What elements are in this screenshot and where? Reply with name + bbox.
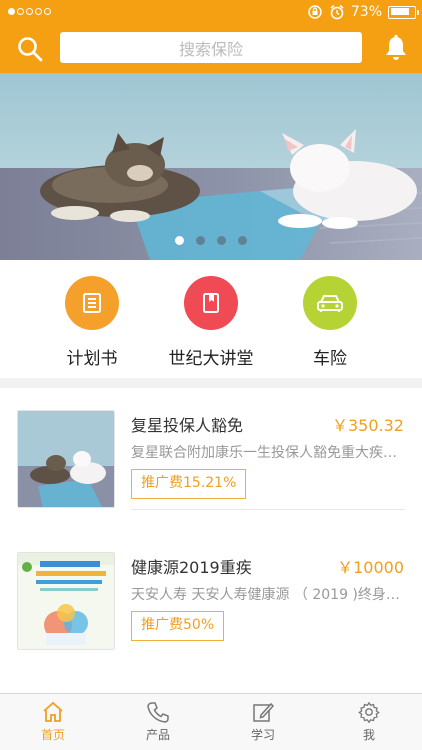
gear-icon [358,701,380,723]
home-icon [43,701,63,722]
commission-badge: 推广费50% [131,611,225,641]
search-placeholder: 搜索保险 [178,39,243,59]
product-description: 复星联合附加康乐一生投保人豁免重大疾病... [131,445,406,461]
edit-icon [253,702,275,722]
quick-nav: 计划书 世纪大讲堂 车险 [0,260,422,378]
tab-learning[interactable]: 学习 [223,701,303,743]
promo-banner[interactable] [0,73,422,260]
quick-nav-lecture[interactable]: 世纪大讲堂 [151,276,271,369]
product-thumbnail [17,410,115,508]
pager-dot[interactable] [196,236,205,245]
tab-label: 产品 [145,728,170,742]
quick-nav-car[interactable]: 车险 [270,276,390,369]
tab-home[interactable]: 首页 [13,701,93,743]
status-bar: 73% [0,0,422,24]
product-card[interactable]: 健康源2019重疾 ￥10000 天安人寿 天安人寿健康源 （ 2019 )终身… [0,530,422,660]
alarm-icon [330,4,344,20]
commission-badge: 推广费15.21% [131,469,247,499]
document-list-icon [65,276,119,330]
product-list: 复星投保人豁免 ￥350.32 复星联合附加康乐一生投保人豁免重大疾病... 推… [0,388,422,693]
product-price: ￥350.32 [332,416,404,435]
tab-label: 我 [362,728,375,742]
pager-dot[interactable] [238,236,247,245]
cats-banner-image [0,73,422,260]
quick-nav-label: 车险 [313,349,347,369]
search-icon[interactable] [16,35,44,63]
product-description: 天安人寿 天安人寿健康源 （ 2019 )终身重... [131,587,406,603]
battery-icon [388,5,419,19]
car-icon [303,276,357,330]
bottom-tab-bar: 首页 产品 学习 我 [0,693,422,750]
quick-nav-label: 世纪大讲堂 [168,349,254,369]
bell-icon[interactable] [383,34,409,62]
book-icon [184,276,238,330]
quick-nav-plan[interactable]: 计划书 [32,276,152,369]
quick-nav-label: 计划书 [66,349,118,369]
pager-dot[interactable] [175,236,184,245]
signal-strength-icon [8,8,51,15]
top-header: 73% 搜索保险 [0,0,422,73]
divider [131,509,405,510]
product-title: 健康源2019重疾 [131,558,252,577]
rotation-lock-icon [308,5,322,19]
product-card[interactable]: 复星投保人豁免 ￥350.32 复星联合附加康乐一生投保人豁免重大疾病... 推… [0,388,422,518]
product-title: 复星投保人豁免 [131,416,244,435]
banner-pager[interactable] [0,236,422,245]
tab-label: 学习 [250,728,275,742]
tab-me[interactable]: 我 [329,701,409,743]
search-input[interactable]: 搜索保险 [60,32,362,63]
battery-percentage: 73% [350,4,382,20]
phone-icon [147,702,169,723]
tab-label: 首页 [40,728,65,742]
product-thumbnail [17,552,115,650]
tab-products[interactable]: 产品 [118,701,198,743]
pager-dot[interactable] [217,236,226,245]
product-price: ￥10000 [337,558,404,577]
